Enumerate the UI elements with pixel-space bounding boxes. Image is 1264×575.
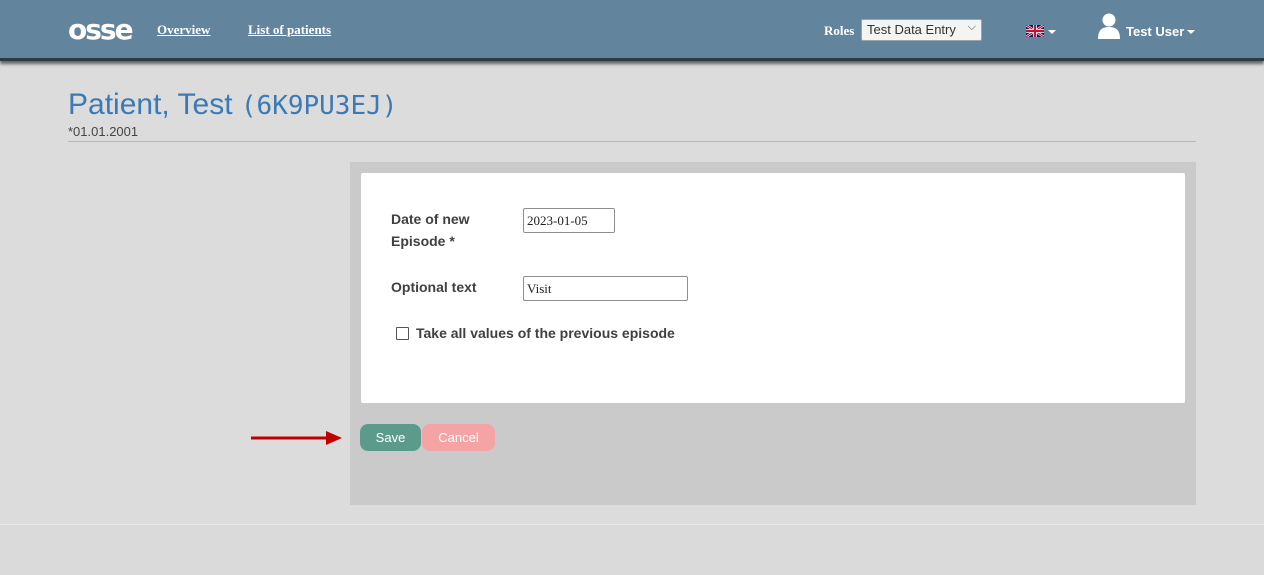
header-divider [68,141,1196,142]
patient-date-of-birth: *01.01.2001 [68,124,139,139]
language-caret-icon[interactable] [1048,30,1056,34]
take-previous-values-label[interactable]: Take all values of the previous episode [416,325,675,341]
user-icon[interactable] [1097,12,1121,40]
date-of-new-episode-field[interactable]: 2023-01-05 [523,208,615,233]
roles-select-value: Test Data Entry [867,22,956,37]
take-previous-values-checkbox[interactable] [396,327,409,340]
red-arrow-annotation [251,431,342,445]
page-title: Patient, Test (6K9PU3EJ) [68,88,397,122]
chevron-down-icon: ⌵ [967,21,976,33]
nav-link-overview[interactable]: Overview [157,22,210,38]
patient-name: Patient, Test [68,88,233,121]
roles-select[interactable]: Test Data Entry ⌵ [861,19,982,41]
user-menu-caret-icon[interactable] [1187,30,1195,34]
uk-flag-icon[interactable] [1026,25,1044,37]
cancel-button[interactable]: Cancel [422,424,495,451]
optional-text-field[interactable]: Visit [523,276,688,301]
top-navbar: osse Overview List of patients Roles Tes… [0,0,1264,61]
nav-link-list-of-patients[interactable]: List of patients [248,22,331,38]
patient-id: (6K9PU3EJ) [240,91,398,121]
roles-label: Roles [824,23,855,38]
date-of-new-episode-label: Date of new Episode * [391,211,470,249]
save-button[interactable]: Save [360,424,421,451]
user-menu-name[interactable]: Test User [1126,24,1184,39]
page-footer [0,525,1264,575]
osse-logo[interactable]: osse [68,13,134,47]
optional-text-label: Optional text [391,279,477,295]
